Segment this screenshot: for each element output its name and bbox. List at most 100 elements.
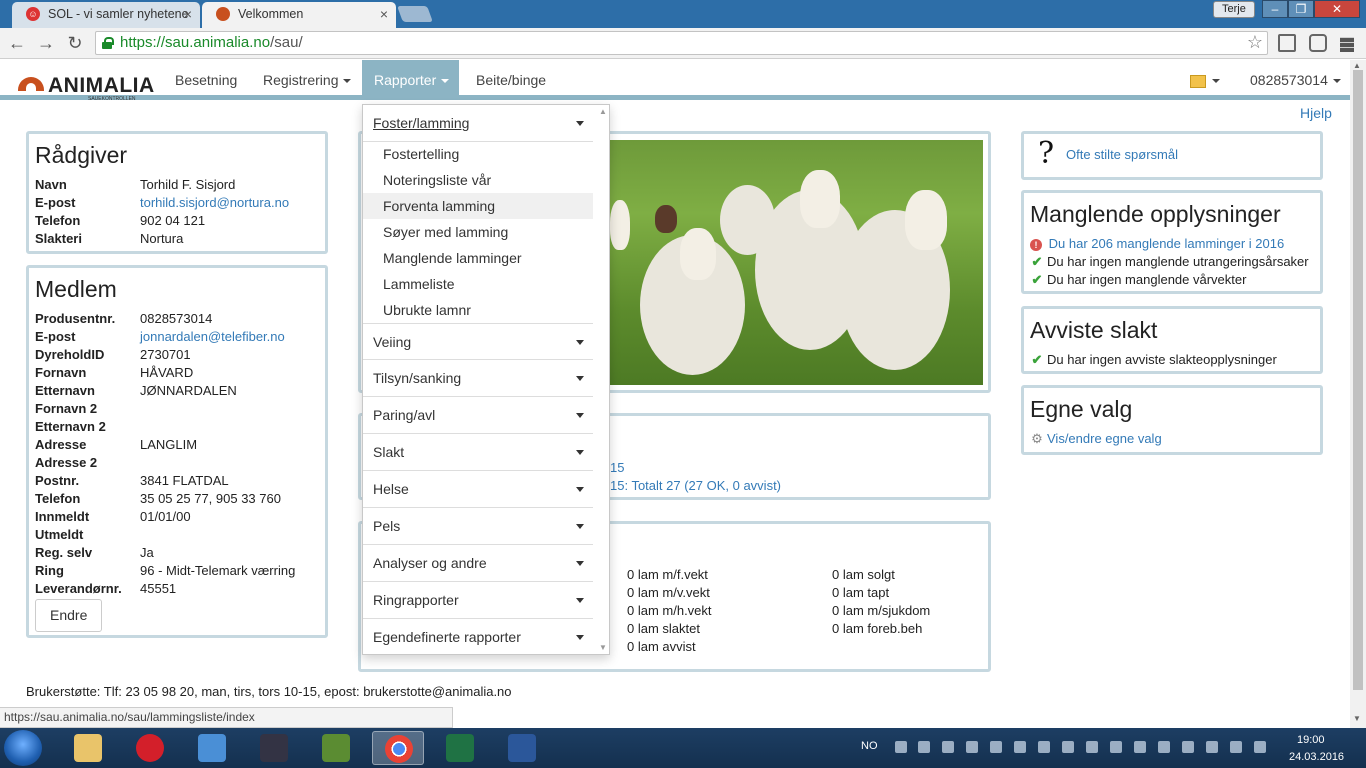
dropdown-item-highlighted[interactable]: Forventa lamming <box>363 193 594 219</box>
language-indicator[interactable]: NO <box>861 740 878 752</box>
nav-beite-binge[interactable]: Beite/binge <box>464 60 558 100</box>
info-row: Fornavn 2 <box>35 401 98 416</box>
tray-icon[interactable] <box>942 741 954 753</box>
forward-icon[interactable]: → <box>35 32 57 54</box>
tray-icon[interactable] <box>966 741 978 753</box>
list-item: 0 lam tapt <box>832 585 890 600</box>
back-icon[interactable]: ← <box>6 32 28 54</box>
scroll-down-icon[interactable]: ▼ <box>1353 714 1361 723</box>
volume-icon[interactable] <box>1254 741 1266 753</box>
clock-date[interactable]: 24.03.2016 <box>1289 751 1344 763</box>
tray-icon[interactable] <box>1182 741 1194 753</box>
caret-down-icon <box>576 376 584 381</box>
dropdown-item[interactable]: Ubrukte lamnr <box>363 297 594 323</box>
tab-sol[interactable]: ☺ SOL - vi samler nyhetene × <box>12 2 200 28</box>
dropdown-scrollbar[interactable]: ▲ ▼ <box>593 105 609 654</box>
dropdown-section[interactable]: Egendefinerte rapporter <box>363 619 594 654</box>
account-menu[interactable]: 0828573014 <box>1238 60 1350 100</box>
lam-list-1: 0 lam m/f.vekt 0 lam m/v.vekt 0 lam m/h.… <box>627 567 712 657</box>
dropdown-item[interactable]: Fostertelling <box>363 141 594 167</box>
sc-app-icon <box>260 734 288 762</box>
sheep-figure <box>720 185 775 255</box>
new-tab-button[interactable] <box>397 6 433 22</box>
taskbar-sc[interactable] <box>248 731 300 765</box>
tray-icon[interactable] <box>990 741 1002 753</box>
bookmark-star-icon[interactable]: ☆ <box>1247 32 1263 53</box>
tray-icon[interactable] <box>1014 741 1026 753</box>
cast-icon[interactable] <box>1278 34 1296 52</box>
taskbar-minecraft[interactable] <box>310 731 362 765</box>
taskbar-opera[interactable] <box>124 731 176 765</box>
close-tab-icon[interactable]: × <box>380 2 388 26</box>
warning-icon: ! <box>1030 239 1042 251</box>
tray-icon[interactable] <box>895 741 907 753</box>
dropdown-item[interactable]: Søyer med lamming <box>363 219 594 245</box>
shield-extension-icon[interactable] <box>1309 34 1327 52</box>
taskbar-excel[interactable] <box>434 731 486 765</box>
dropdown-item[interactable]: Noteringsliste vår <box>363 167 594 193</box>
help-link[interactable]: Hjelp <box>1300 105 1332 121</box>
dropdown-section[interactable]: Ringrapporter <box>363 582 594 619</box>
clock-time[interactable]: 19:00 <box>1297 734 1325 746</box>
edit-button[interactable]: Endre <box>35 599 103 632</box>
panel-title: Medlem <box>35 276 117 302</box>
egne-valg-link[interactable]: Vis/endre egne valg <box>1047 431 1162 446</box>
dropdown-section[interactable]: Slakt <box>363 434 594 471</box>
folder-icon <box>74 734 102 762</box>
window-close-button[interactable]: ✕ <box>1314 0 1360 18</box>
battery-icon[interactable] <box>1230 741 1242 753</box>
status-link[interactable]: 15: Totalt 27 (27 OK, 0 avvist) <box>610 478 781 493</box>
tray-icon[interactable] <box>1110 741 1122 753</box>
email-link[interactable]: jonnardalen@telefiber.no <box>140 329 285 344</box>
scroll-down-icon[interactable]: ▼ <box>599 643 607 652</box>
caret-down-icon[interactable] <box>1212 79 1220 83</box>
tray-icon[interactable] <box>1062 741 1074 753</box>
taskbar-word[interactable] <box>496 731 548 765</box>
dropdown-section[interactable]: Tilsyn/sanking <box>363 360 594 397</box>
caret-down-icon <box>576 340 584 345</box>
dropdown-section[interactable]: Helse <box>363 471 594 508</box>
sheep-head <box>800 170 840 228</box>
ok-line: ✔ Du har ingen manglende vårvekter <box>1031 272 1247 287</box>
network-icon[interactable] <box>1206 741 1218 753</box>
tray-icon[interactable] <box>1086 741 1098 753</box>
dropdown-section[interactable]: Veiing <box>363 323 594 360</box>
scroll-up-icon[interactable]: ▲ <box>599 107 607 116</box>
scroll-up-icon[interactable]: ▲ <box>1353 61 1361 70</box>
dropdown-section[interactable]: Paring/avl <box>363 397 594 434</box>
tray-icon[interactable] <box>1134 741 1146 753</box>
minimize-button[interactable]: – <box>1262 0 1288 18</box>
tray-icon[interactable] <box>1038 741 1050 753</box>
maximize-button[interactable]: ❐ <box>1288 0 1314 18</box>
status-link[interactable]: 15 <box>610 460 624 475</box>
faq-link[interactable]: Ofte stilte spørsmål <box>1066 147 1178 162</box>
taskbar-media[interactable] <box>186 731 238 765</box>
reload-icon[interactable]: ↻ <box>64 32 86 54</box>
profile-button[interactable]: Terje <box>1213 1 1255 18</box>
taskbar-chrome[interactable] <box>372 731 424 765</box>
page-scrollbar[interactable]: ▲ ▼ <box>1350 60 1366 728</box>
dropdown-item[interactable]: Lammeliste <box>363 271 594 297</box>
scrollbar-thumb[interactable] <box>1353 70 1363 690</box>
nav-rapporter[interactable]: Rapporter <box>362 60 459 100</box>
notes-icon[interactable] <box>1190 75 1206 88</box>
nav-besetning[interactable]: Besetning <box>163 60 249 100</box>
menu-icon[interactable]: ▬ ▬ ▬ <box>1340 30 1356 54</box>
dropdown-section-foster-lamming[interactable]: Foster/lamming <box>363 105 594 142</box>
tray-icon[interactable] <box>918 741 930 753</box>
nav-registrering[interactable]: Registrering <box>251 60 363 100</box>
tab-velkommen[interactable]: Velkommen × <box>202 2 396 28</box>
egne-valg-panel: Egne valg ⚙ Vis/endre egne valg <box>1021 385 1323 455</box>
dropdown-section[interactable]: Pels <box>363 508 594 545</box>
checkmark-icon: ✔ <box>1031 352 1043 367</box>
tray-icon[interactable] <box>1158 741 1170 753</box>
address-bar[interactable]: https://sau.animalia.no/sau/ ☆ <box>95 31 1268 55</box>
footer-support: Brukerstøtte: Tlf: 23 05 98 20, man, tir… <box>26 684 512 699</box>
missing-lambings-link[interactable]: Du har 206 manglende lamminger i 2016 <box>1049 236 1285 251</box>
dropdown-item[interactable]: Manglende lamminger <box>363 245 594 271</box>
dropdown-section[interactable]: Analyser og andre <box>363 545 594 582</box>
start-button[interactable] <box>4 730 42 766</box>
close-tab-icon[interactable]: × <box>184 2 192 26</box>
email-link[interactable]: torhild.sisjord@nortura.no <box>140 195 289 210</box>
taskbar-explorer[interactable] <box>62 731 114 765</box>
